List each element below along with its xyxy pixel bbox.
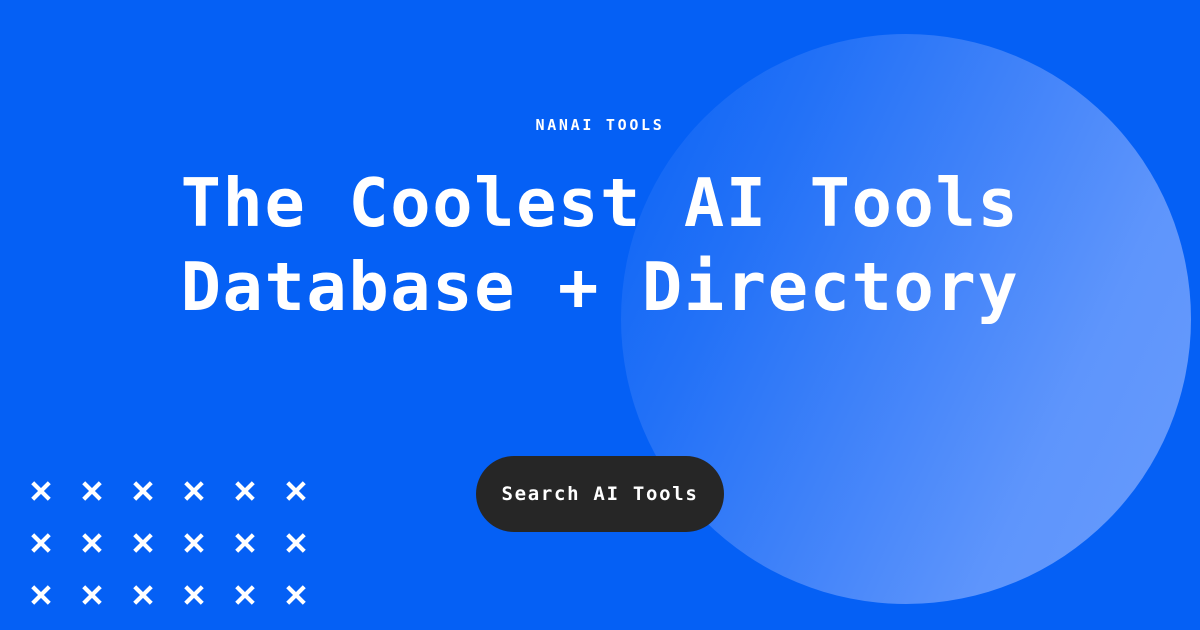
brand-eyebrow: NANAI TOOLS xyxy=(535,116,665,134)
headline-line-2: Database + Directory xyxy=(180,248,1020,326)
hero-banner: NANAI TOOLS The Coolest AI Tools Databas… xyxy=(0,0,1200,630)
hero-content: NANAI TOOLS The Coolest AI Tools Databas… xyxy=(0,0,1200,630)
headline-line-1: The Coolest AI Tools xyxy=(180,164,1020,242)
page-title: The Coolest AI Tools Database + Director… xyxy=(181,161,1020,329)
